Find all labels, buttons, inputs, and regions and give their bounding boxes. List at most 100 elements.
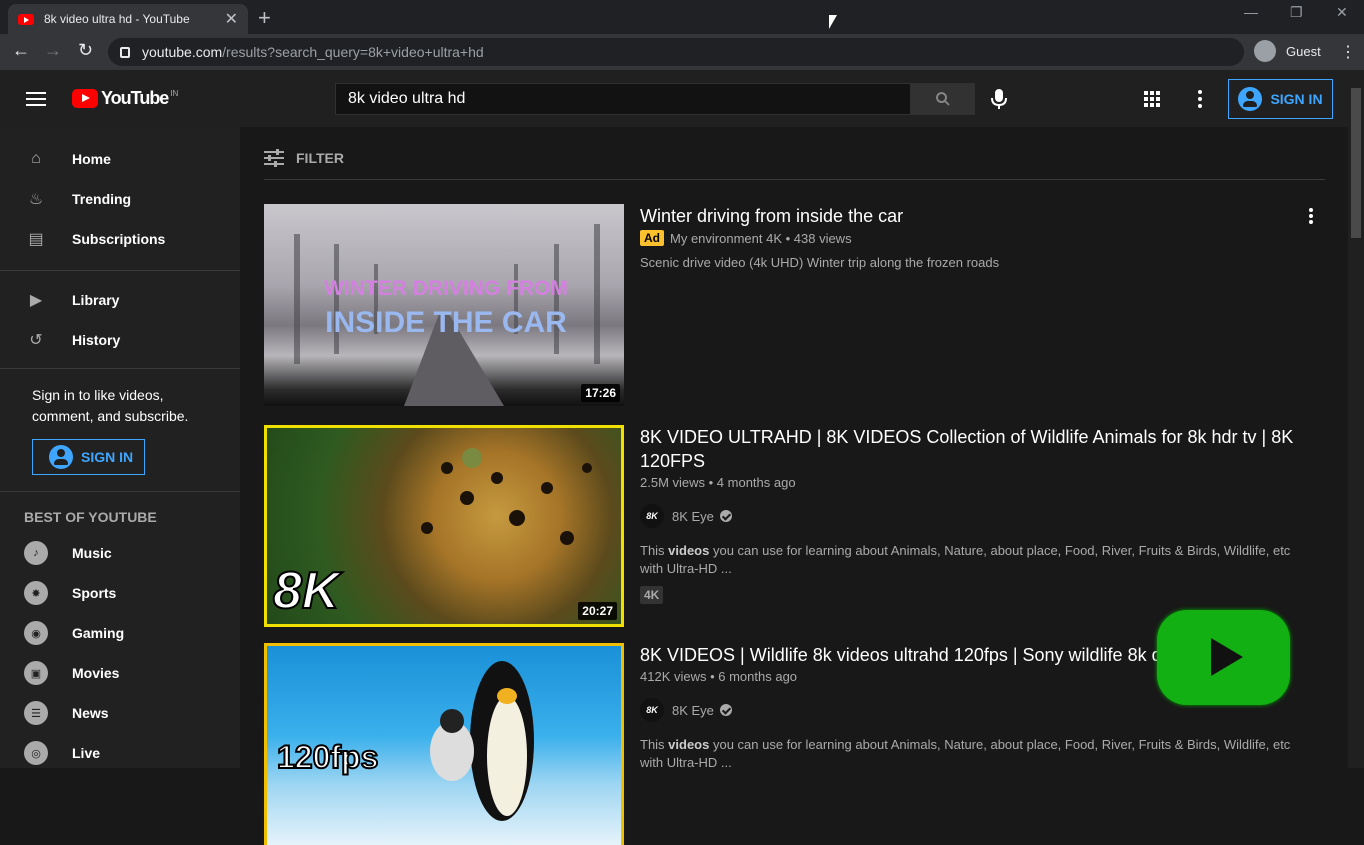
sidebar-item-label: Gaming <box>72 625 125 641</box>
youtube-play-logo-icon <box>72 89 98 108</box>
channel-meta: My environment 4K • 438 views <box>670 230 852 246</box>
channel-avatar: 8K <box>640 504 664 528</box>
header-sign-in-button[interactable]: SIGN IN <box>1228 79 1333 119</box>
window-close-icon[interactable]: ✕ <box>1336 4 1348 21</box>
sidebar-item-sports[interactable]: ✸ Sports <box>0 573 240 613</box>
sidebar-divider <box>0 270 240 271</box>
filter-label: FILTER <box>296 150 344 166</box>
tab-close-icon[interactable]: ✕ <box>225 9 238 29</box>
best-of-youtube-heading: BEST OF YOUTUBE <box>24 509 157 525</box>
sidebar-item-movies[interactable]: ▣ Movies <box>0 653 240 693</box>
sidebar-item-label: Library <box>72 292 120 308</box>
desc-highlight: videos <box>668 737 710 752</box>
channel-name: 8K Eye <box>672 508 714 524</box>
video-thumbnail[interactable]: WINTER DRIVING FROM INSIDE THE CAR 17:26 <box>264 204 624 406</box>
sidebar-item-news[interactable]: ☰ News <box>0 693 240 733</box>
desc-text: you can use for learning about Animals, … <box>640 543 1291 576</box>
thumbnail-caption: WINTER DRIVING FROM <box>324 277 568 300</box>
filter-icon <box>264 149 284 167</box>
sidebar-sign-in-button[interactable]: SIGN IN <box>32 439 145 475</box>
address-bar-row: ← → ↻ youtube.com /results?search_query=… <box>0 34 1364 70</box>
music-icon: ♪ <box>24 541 48 565</box>
subscriptions-icon: ▤ <box>28 231 44 248</box>
channel-avatar: 8K <box>640 698 664 722</box>
green-play-overlay-icon <box>1157 610 1290 705</box>
video-title[interactable]: Winter driving from inside the car <box>640 204 1305 228</box>
reload-icon[interactable]: ↻ <box>78 40 93 61</box>
sidebar: ⌂ Home ♨ Trending ▤ Subscriptions ▶ Libr… <box>0 127 240 768</box>
video-description: This videos you can use for learning abo… <box>640 542 1305 578</box>
sidebar-divider <box>0 491 240 492</box>
sidebar-item-label: News <box>72 705 109 721</box>
sidebar-item-label: Music <box>72 545 112 561</box>
home-icon: ⌂ <box>31 150 41 167</box>
video-result[interactable]: WINTER DRIVING FROM INSIDE THE CAR 17:26… <box>264 204 1325 406</box>
desc-highlight: videos <box>668 543 710 558</box>
forward-icon[interactable]: → <box>44 40 62 61</box>
sidebar-item-live[interactable]: ◎ Live <box>0 733 240 773</box>
mouse-cursor-icon <box>829 15 837 29</box>
restore-icon[interactable]: ❐ <box>1290 4 1303 21</box>
account-icon <box>49 445 73 469</box>
channel-name: 8K Eye <box>672 702 714 718</box>
youtube-logo[interactable]: YouTube IN <box>72 88 178 109</box>
channel-link[interactable]: 8K 8K Eye <box>640 504 1305 528</box>
logo-text: YouTube <box>101 88 169 108</box>
video-description: Scenic drive video (4k UHD) Winter trip … <box>640 255 1000 270</box>
desc-text: you can use for learning about Animals, … <box>640 737 1291 770</box>
news-icon: ☰ <box>24 701 48 725</box>
video-title[interactable]: 8K VIDEO ULTRAHD | 8K VIDEOS Collection … <box>640 425 1305 473</box>
sidebar-item-label: History <box>72 332 121 348</box>
header-sign-in-label: SIGN IN <box>1270 91 1323 107</box>
sidebar-item-history[interactable]: ↺ History <box>0 320 240 360</box>
lock-icon <box>120 46 130 58</box>
scrollbar-thumb[interactable] <box>1351 88 1361 238</box>
search-button[interactable] <box>910 83 975 115</box>
new-tab-icon[interactable]: + <box>258 5 271 31</box>
video-description: This videos you can use for learning abo… <box>640 736 1305 772</box>
country-code: IN <box>170 89 179 98</box>
sidebar-item-library[interactable]: ▶ Library <box>0 280 240 320</box>
search-input[interactable]: 8k video ultra hd <box>335 83 911 115</box>
url-field[interactable]: youtube.com /results?search_query=8k+vid… <box>108 38 1244 66</box>
sidebar-item-label: Subscriptions <box>72 231 166 247</box>
thumbnail-caption: INSIDE THE CAR <box>325 306 567 339</box>
scrollbar[interactable] <box>1348 70 1364 768</box>
video-thumbnail[interactable]: 8K 20:27 <box>264 425 624 627</box>
microphone-icon[interactable] <box>990 88 1008 110</box>
settings-more-icon[interactable] <box>1198 90 1202 108</box>
apps-grid-icon[interactable] <box>1144 91 1160 107</box>
avatar-icon <box>1254 40 1276 62</box>
back-icon[interactable]: ← <box>12 40 30 61</box>
desc-text: This <box>640 543 669 558</box>
sidebar-item-music[interactable]: ♪ Music <box>0 533 240 573</box>
browser-menu-icon[interactable]: ⋮ <box>1340 42 1356 62</box>
filter-button[interactable]: FILTER <box>264 149 344 167</box>
thumbnail-caption: 8K <box>273 562 343 620</box>
youtube-header: YouTube IN 8k video ultra hd SIGN IN <box>0 70 1364 127</box>
url-host: youtube.com <box>142 44 223 60</box>
more-actions-icon[interactable] <box>1309 208 1313 224</box>
sidebar-item-subscriptions[interactable]: ▤ Subscriptions <box>0 219 240 259</box>
sidebar-item-home[interactable]: ⌂ Home <box>0 139 240 179</box>
search-icon <box>935 92 950 106</box>
youtube-favicon-icon <box>18 13 34 25</box>
video-result[interactable]: 8K 20:27 8K VIDEO ULTRAHD | 8K VIDEOS Co… <box>264 425 1325 627</box>
sidebar-item-label: Sports <box>72 585 117 601</box>
sidebar-item-trending[interactable]: ♨ Trending <box>0 179 240 219</box>
movies-icon: ▣ <box>24 661 48 685</box>
leopard-image: 8K <box>272 448 592 621</box>
winter-road-image: WINTER DRIVING FROM INSIDE THE CAR <box>294 224 600 406</box>
sports-icon: ✸ <box>24 581 48 605</box>
flame-icon: ♨ <box>28 191 44 208</box>
browser-tab-strip: 8k video ultra hd - YouTube ✕ + — ❐ ✕ <box>0 0 1364 34</box>
account-icon <box>1238 87 1263 111</box>
hamburger-menu-icon[interactable] <box>26 92 46 106</box>
sidebar-item-gaming[interactable]: ◉ Gaming <box>0 613 240 653</box>
browser-tab[interactable]: 8k video ultra hd - YouTube ✕ <box>8 4 248 34</box>
minimize-icon[interactable]: — <box>1244 4 1258 20</box>
video-thumbnail[interactable]: 120fps <box>264 643 624 845</box>
live-icon: ◎ <box>24 741 48 765</box>
ad-badge: Ad <box>640 230 664 246</box>
profile-button[interactable]: Guest <box>1254 40 1321 62</box>
